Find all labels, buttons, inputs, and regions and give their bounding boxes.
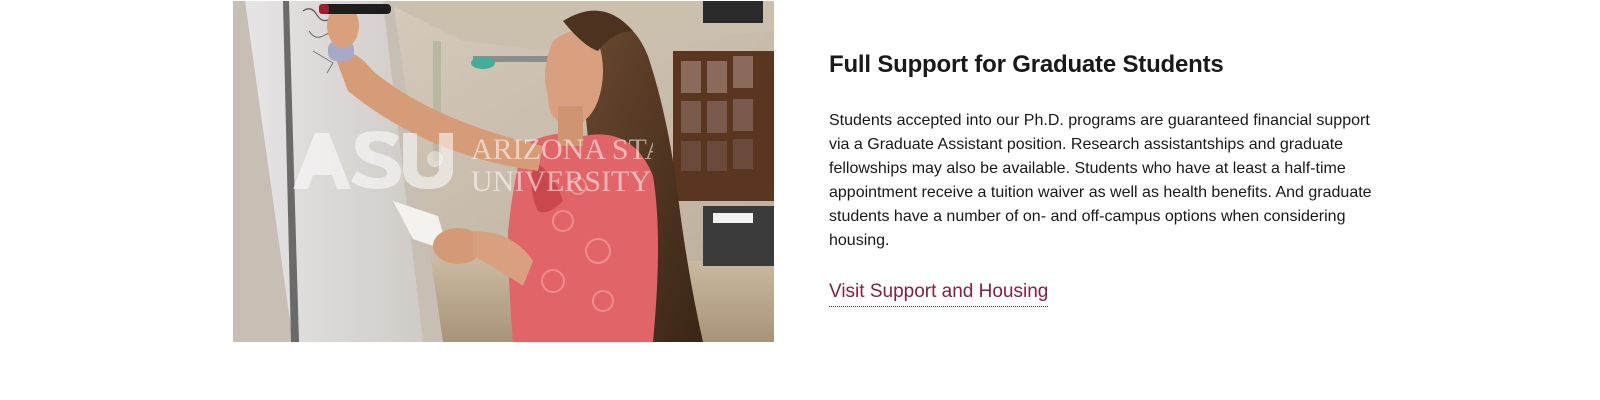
watermark-line-2: UNIVERSITY	[471, 165, 651, 195]
watermark-line-1: ARIZONA STATE	[471, 133, 653, 166]
support-section: ARIZONA STATE UNIVERSITY Full Support fo…	[0, 0, 1600, 400]
support-card: Full Support for Graduate Students Stude…	[829, 45, 1377, 307]
section-heading: Full Support for Graduate Students	[829, 51, 1224, 78]
asu-watermark-logo: ARIZONA STATE UNIVERSITY	[293, 131, 653, 195]
student-photo: ARIZONA STATE UNIVERSITY	[233, 1, 774, 342]
visit-support-housing-link[interactable]: Visit Support and Housing	[829, 280, 1049, 307]
section-body-text: Students accepted into our Ph.D. program…	[829, 112, 1372, 249]
